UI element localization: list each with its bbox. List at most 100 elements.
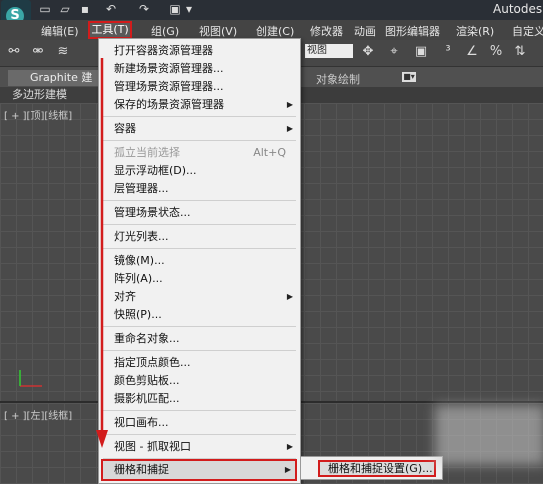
app-title: Autodesk [493,2,543,16]
menu-item-manage-scene-states[interactable]: 管理场景状态... [99,204,300,222]
menu-separator [103,224,296,225]
submenu-arrow-icon: ▶ [286,100,293,109]
menu-views[interactable]: 视图(V) [199,23,237,39]
project-folder-icon[interactable]: ▣ [168,2,182,16]
menu-item-layer-manager[interactable]: 层管理器... [99,180,300,198]
select-move-icon[interactable]: ✥ [360,44,376,60]
percent-snap-icon[interactable]: % [488,44,504,60]
menu-item-grab-viewport[interactable]: 视图 - 抓取视口 ▶ [99,438,300,456]
manipulate-icon[interactable]: ▣ [413,44,429,60]
menu-item-containers[interactable]: 容器 ▶ [99,120,300,138]
title-bar: ▭ ▱ ▪ ↶ ↷ ▣ ▾ Autodesk [0,0,543,20]
menu-item-label: 视口画布... [114,416,169,429]
ribbon-tab-graphite[interactable]: Graphite 建 [8,70,98,86]
menu-separator [103,248,296,249]
menu-item-label: 指定顶点颜色... [114,356,191,369]
menu-item-label: 容器 [114,122,136,135]
viewport-left-label[interactable]: [ + ][左][线框] [4,407,72,422]
annotation-arrow [96,58,108,448]
menu-item-camera-match[interactable]: 摄影机匹配... [99,390,300,408]
menu-separator [103,140,296,141]
menu-graph-editors[interactable]: 图形编辑器 [385,23,440,39]
menu-item-label: 保存的场景资源管理器 [114,98,224,111]
new-file-icon[interactable]: ▭ [38,2,52,16]
menu-separator [103,326,296,327]
menu-item-snapshot[interactable]: 快照(P)... [99,306,300,324]
save-icon[interactable]: ▪ [78,2,92,16]
menu-item-new-scene-explorer[interactable]: 新建场景资源管理器... [99,60,300,78]
angle-snap-icon[interactable]: ∠ [464,44,480,60]
menu-create[interactable]: 创建(C) [256,23,294,39]
menu-item-label: 打开容器资源管理器 [114,44,213,57]
menu-edit[interactable]: 编辑(E) [41,23,79,39]
menu-item-shortcut: Alt+Q [253,146,286,159]
ribbon-tab-object-paint[interactable]: 对象绘制 [316,71,360,87]
menu-rendering[interactable]: 渲染(R) [456,23,494,39]
spinner-snap-icon[interactable]: ⇅ [512,44,528,60]
menu-item-label: 颜色剪贴板... [114,374,180,387]
menu-item-label: 管理场景资源管理器... [114,80,224,93]
menu-item-assign-vertex-colors[interactable]: 指定顶点颜色... [99,354,300,372]
unlink-icon[interactable]: ⚮ [30,44,46,60]
watermark-blur [435,405,543,465]
menu-separator [103,434,296,435]
tools-menu: 打开容器资源管理器 新建场景资源管理器... 管理场景资源管理器... 保存的场… [98,38,301,484]
submenu-arrow-icon: ▶ [286,124,293,133]
menu-item-label: 孤立当前选择 [114,146,180,159]
menu-item-label: 层管理器... [114,182,169,195]
undo-icon[interactable]: ↶ [104,2,118,16]
menu-item-label: 重命名对象... [114,332,180,345]
menu-item-label: 对齐 [114,290,136,303]
snap-3d-icon[interactable]: ³ [440,44,456,60]
reference-coordinate-select[interactable]: 视图 [305,44,353,58]
menu-item-open-container-explorer[interactable]: 打开容器资源管理器 [99,42,300,60]
menu-separator [103,116,296,117]
grids-and-snaps-submenu: 栅格和捕捉设置(G)... [300,456,443,480]
menu-tools[interactable]: 工具(T) [88,21,132,39]
open-file-icon[interactable]: ▱ [58,2,72,16]
menu-separator [103,200,296,201]
menu-modifiers[interactable]: 修改器 [310,23,343,39]
menu-item-color-clipboard[interactable]: 颜色剪贴板... [99,372,300,390]
menu-bar: 编辑(E) 组(G) 视图(V) 创建(C) 修改器 动画 图形编辑器 渲染(R… [0,20,543,40]
menu-item-rename-objects[interactable]: 重命名对象... [99,330,300,348]
menu-item-label: 摄影机匹配... [114,392,180,405]
menu-item-label: 栅格和捕捉 [114,463,169,476]
quick-access-dropdown-icon[interactable]: ▾ [182,2,196,16]
menu-item-saved-scene-explorers[interactable]: 保存的场景资源管理器 ▶ [99,96,300,114]
menu-item-label: 阵列(A)... [114,272,163,285]
submenu-arrow-icon: ▶ [284,465,291,474]
menu-animation[interactable]: 动画 [354,23,376,39]
menu-item-label: 管理场景状态... [114,206,191,219]
menu-item-label: 显示浮动框(D)... [114,164,197,177]
menu-customize[interactable]: 自定义 [512,23,543,39]
menu-item-viewport-canvas[interactable]: 视口画布... [99,414,300,432]
menu-item-mirror[interactable]: 镜像(M)... [99,252,300,270]
axis-gizmo-icon [19,370,42,387]
bind-space-warp-icon[interactable]: ≋ [55,44,71,60]
submenu-arrow-icon: ▶ [286,442,293,451]
menu-separator [103,350,296,351]
menu-item-label: 灯光列表... [114,230,169,243]
viewport-top-label[interactable]: [ + ][顶][线框] [4,107,72,122]
menu-item-label: 新建场景资源管理器... [114,62,224,75]
pivot-icon[interactable]: ⌖ [386,44,402,60]
submenu-arrow-icon: ▶ [286,292,293,301]
menu-item-light-lister[interactable]: 灯光列表... [99,228,300,246]
menu-item-isolate-selection: 孤立当前选择 Alt+Q [99,144,300,162]
menu-separator [103,410,296,411]
menu-group[interactable]: 组(G) [151,23,179,39]
link-icon[interactable]: ⚯ [6,44,22,60]
menu-item-label: 镜像(M)... [114,254,165,267]
ribbon-dropdown-icon[interactable]: ■▾ [402,72,416,82]
menu-item-array[interactable]: 阵列(A)... [99,270,300,288]
menu-item-grid-snap-settings[interactable]: 栅格和捕捉设置(G)... [318,460,436,477]
menu-item-display-floater[interactable]: 显示浮动框(D)... [99,162,300,180]
menu-item-label: 视图 - 抓取视口 [114,440,191,453]
menu-item-label: 快照(P)... [114,308,162,321]
poly-modeling-panel-label[interactable]: 多边形建模 [0,87,100,103]
menu-item-align[interactable]: 对齐 ▶ [99,288,300,306]
menu-item-manage-scene-explorer[interactable]: 管理场景资源管理器... [99,78,300,96]
menu-item-grids-and-snaps[interactable]: 栅格和捕捉 ▶ [101,459,297,481]
redo-icon[interactable]: ↷ [137,2,151,16]
